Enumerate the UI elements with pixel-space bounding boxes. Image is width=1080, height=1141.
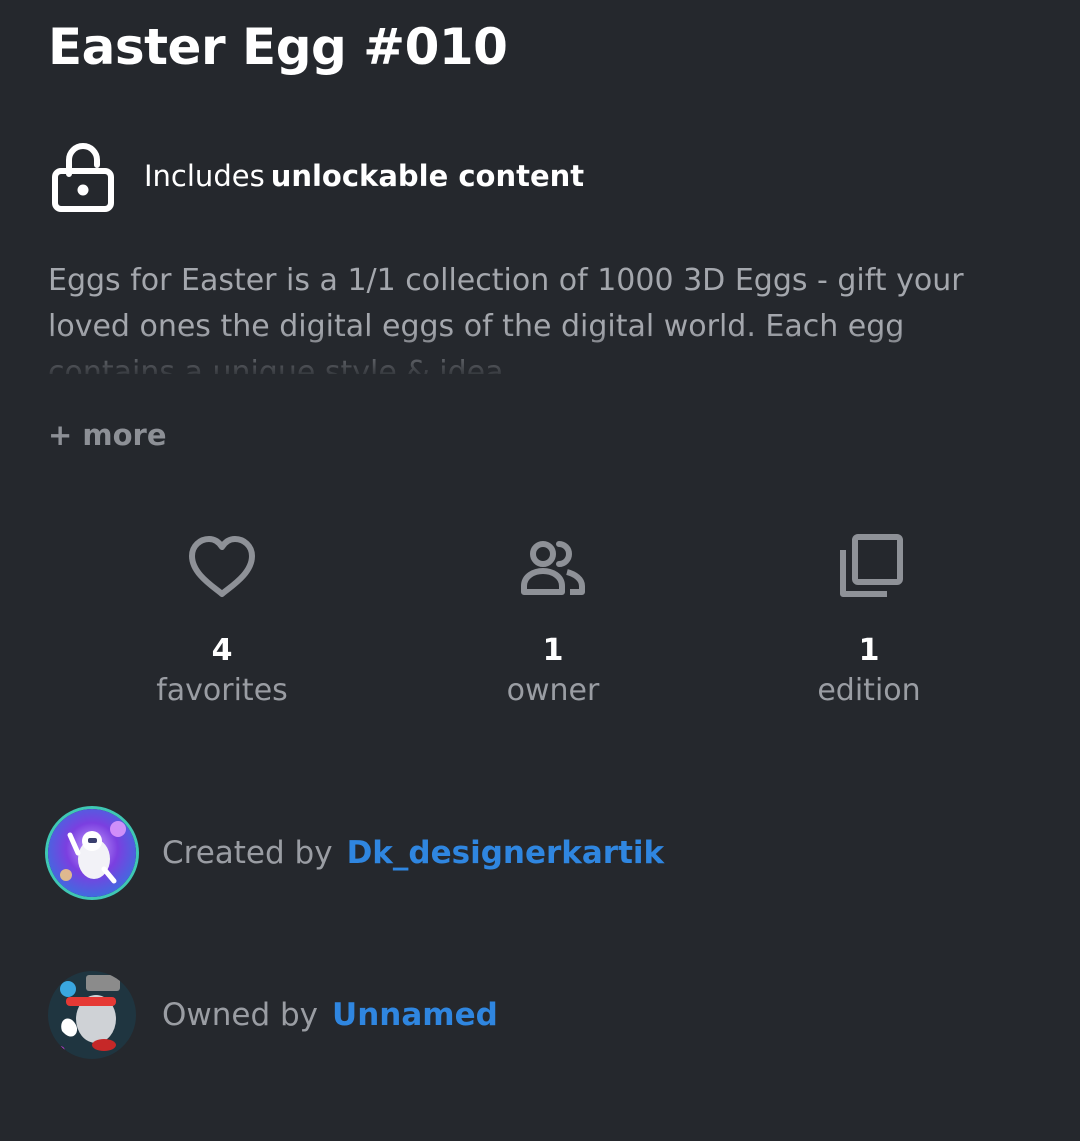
- stat-edition[interactable]: 1 edition: [739, 530, 999, 710]
- owner-count: 1: [542, 633, 564, 668]
- stat-owner[interactable]: 1 owner: [423, 530, 683, 710]
- creator-row[interactable]: Created by Dk_designerkartik: [48, 807, 664, 899]
- favorites-count: 4: [211, 633, 233, 668]
- favorites-label: favorites: [156, 673, 288, 708]
- creator-prefix: Created by: [162, 835, 333, 871]
- editions-icon: [840, 534, 903, 597]
- owner-prefix: Owned by: [162, 997, 319, 1033]
- lock-open-icon: [52, 143, 114, 212]
- creator-text: Created by Dk_designerkartik: [162, 835, 664, 871]
- unlockable-prefix: Includes: [144, 159, 265, 193]
- edition-count: 1: [858, 633, 880, 668]
- owner-label: owner: [506, 673, 600, 708]
- owner-link[interactable]: Unnamed: [332, 997, 498, 1033]
- people-icon: [521, 541, 585, 595]
- page-title: Easter Egg #010: [48, 18, 508, 76]
- unlockable-emphasis: unlockable content: [270, 159, 585, 193]
- owner-row[interactable]: Owned by Unnamed: [48, 969, 498, 1061]
- stat-favorites[interactable]: 4 favorites: [92, 530, 352, 710]
- creator-link[interactable]: Dk_designerkartik: [347, 835, 665, 871]
- heart-icon: [189, 536, 255, 597]
- more-button[interactable]: + more: [48, 418, 167, 452]
- owner-avatar[interactable]: [48, 971, 136, 1059]
- unlockable-text: Includes unlockable content: [144, 159, 584, 193]
- owner-text: Owned by Unnamed: [162, 997, 498, 1033]
- unlockable-content-banner[interactable]: Includes unlockable content: [50, 138, 584, 214]
- edition-label: edition: [817, 673, 921, 708]
- creator-avatar[interactable]: [48, 809, 136, 897]
- description-text: Eggs for Easter is a 1/1 collection of 1…: [48, 263, 964, 374]
